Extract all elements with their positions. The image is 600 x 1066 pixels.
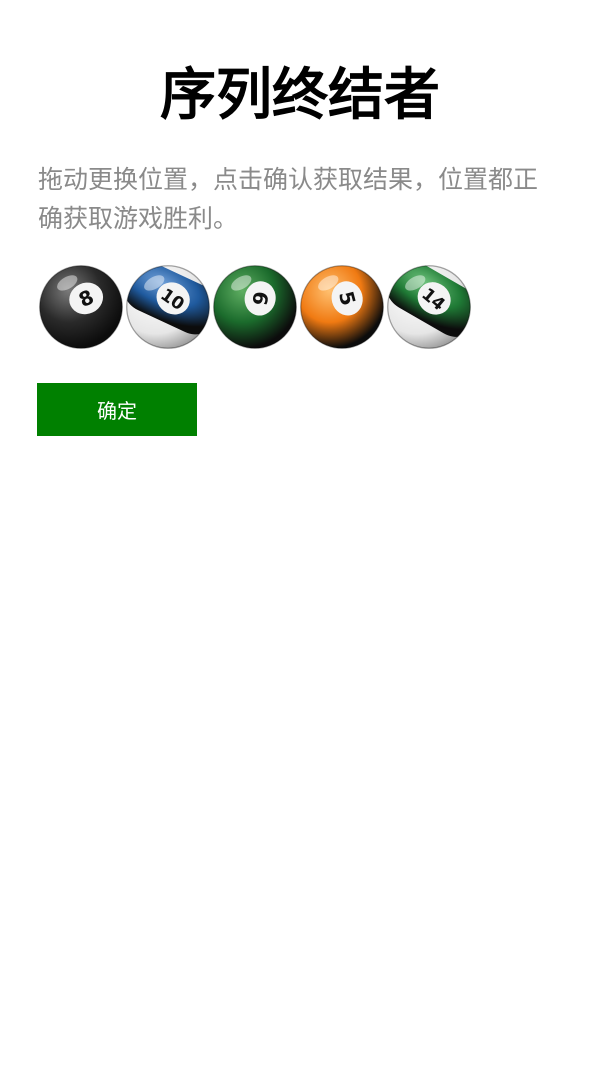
billiard-ball-8[interactable]: 8	[38, 264, 124, 350]
ball-sequence: 8 10 6 5 14	[38, 264, 472, 352]
game-page: 序列终结者 拖动更换位置，点击确认获取结果，位置都正确获取游戏胜利。 8 10 6 5…	[0, 0, 600, 1066]
confirm-button[interactable]: 确定	[37, 383, 197, 436]
billiard-ball-14[interactable]: 14	[386, 264, 472, 350]
page-title: 序列终结者	[160, 63, 440, 128]
billiard-ball-10[interactable]: 10	[125, 264, 211, 350]
instructions-text: 拖动更换位置，点击确认获取结果，位置都正确获取游戏胜利。	[38, 165, 539, 233]
billiard-ball-5[interactable]: 5	[299, 264, 385, 350]
billiard-ball-6[interactable]: 6	[212, 264, 298, 350]
